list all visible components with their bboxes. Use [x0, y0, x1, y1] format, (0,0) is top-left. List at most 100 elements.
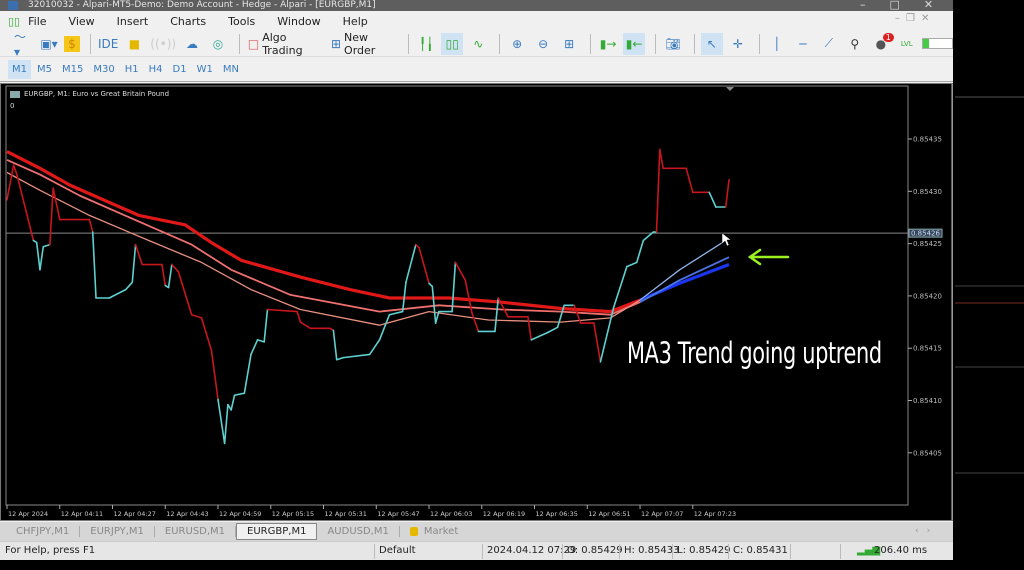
price-line-segment [530, 331, 549, 341]
chart-shift-marker-icon [726, 87, 734, 91]
price-line-segment [296, 310, 302, 323]
chart-title: EURGBP, M1: Euro vs Great Britain Pound [10, 90, 169, 98]
price-line-segment [263, 308, 269, 343]
price-line-segment [167, 263, 173, 289]
x-tick-label: 12 Apr 05:31 [325, 510, 367, 518]
price-line-segment [35, 241, 41, 271]
tab-eurusd[interactable]: EURUSD,M1 [155, 526, 237, 537]
chart-symbol-icon [10, 90, 20, 98]
x-tick-label: 12 Apr 07:23 [694, 510, 736, 518]
price-line-segment [200, 317, 213, 352]
y-tick-label: 0.85415 [913, 345, 942, 353]
ma-mid-uptrend-line [639, 256, 730, 303]
price-line-segment [724, 178, 730, 208]
y-tick-label: 0.85435 [913, 136, 942, 144]
price-line-segment [471, 311, 480, 333]
price-line-segment [388, 310, 404, 316]
window-title: 32010032 - Alpari-MT5-Demo: Demo Account… [28, 0, 376, 10]
close-price: C: 0.85431 [733, 545, 788, 556]
current-price-label: 0.85426 [911, 230, 940, 238]
x-tick-label: 12 Apr 2024 [8, 510, 48, 518]
price-line-segment [685, 167, 694, 194]
x-tick-label: 12 Apr 04:27 [114, 510, 156, 518]
tab-eurgbp[interactable]: EURGBP,M1 [236, 523, 318, 540]
price-line-segment [108, 288, 127, 299]
ma-mid-line [6, 159, 641, 316]
x-tick-label: 12 Apr 05:47 [377, 510, 419, 518]
price-line-segment [256, 339, 265, 343]
price-line-segment [451, 261, 457, 313]
x-tick-label: 12 Apr 06:03 [430, 510, 472, 518]
tab-audusd[interactable]: AUDUSD,M1 [317, 526, 400, 537]
price-line-segment [635, 239, 645, 264]
price-line-segment [91, 231, 97, 299]
ping-value: 206.40 ms [874, 545, 928, 556]
price-line-segment [368, 339, 381, 356]
tab-chfjpy[interactable]: CHFJPY,M1 [6, 526, 81, 537]
price-line-segment [659, 148, 664, 170]
y-tick-label: 0.85405 [913, 449, 942, 457]
price-line-segment [88, 218, 94, 233]
open-price: O: 0.85429 [567, 545, 623, 556]
price-line-segment [233, 392, 246, 397]
y-tick-label: 0.85420 [913, 292, 942, 300]
price-line-segment [217, 398, 226, 445]
annotation-text: MA3 Trend going uptrend [627, 336, 882, 370]
price-chart[interactable]: 0.85435 0.85430 0.85425 0.85420 0.85415 0.854… [0, 0, 1024, 570]
price-line-segment [12, 164, 18, 176]
price-line-segment [124, 281, 134, 291]
indicator-value: 0 [10, 102, 15, 110]
price-line-segment [546, 326, 559, 334]
x-tick-label: 12 Apr 06:19 [483, 510, 525, 518]
price-line-segment [266, 308, 298, 313]
app-title-icon [8, 1, 18, 10]
status-bar: For Help, press F1 Default 2024.04.12 07… [0, 541, 953, 560]
title-bar: 32010032 - Alpari-MT5-Demo: Demo Account… [0, 0, 953, 11]
x-tick-label: 12 Apr 04:11 [61, 510, 103, 518]
ma-fast-line [6, 171, 641, 326]
price-line-segment [378, 313, 391, 341]
price-line-segment [342, 353, 371, 359]
y-tick-label: 0.85425 [913, 240, 942, 248]
tab-eurjpy[interactable]: EURJPY,M1 [80, 526, 155, 537]
price-line-segment [171, 263, 180, 273]
price-line-segment [527, 316, 533, 341]
chart-tabs: CHFJPY,M1 EURJPY,M1 EURUSD,M1 EURGBP,M1 … [0, 522, 953, 541]
window-controls[interactable]: –□✕ [860, 0, 957, 11]
tab-market[interactable]: Market [400, 526, 468, 537]
price-line-segment [335, 356, 345, 361]
plot-frame [5, 85, 909, 506]
price-line-segment [42, 243, 51, 248]
price-line-segment [16, 173, 35, 242]
help-text: For Help, press F1 [5, 545, 96, 556]
price-line-segment [299, 321, 312, 330]
ma-slow-line [6, 150, 641, 314]
price-line-segment [332, 329, 338, 361]
profile-name: Default [379, 545, 416, 556]
x-tick-label: 12 Apr 06:35 [536, 510, 578, 518]
price-line-segment [599, 306, 615, 363]
price-line-segment [243, 353, 252, 394]
price-line-segment [52, 187, 61, 221]
price-line-segment [626, 261, 638, 268]
price-line-segment [131, 243, 137, 284]
price-line-segment [223, 403, 229, 445]
x-tick-label: 12 Apr 07:07 [641, 510, 683, 518]
price-line-segment [708, 191, 717, 208]
price-line-segment [134, 243, 143, 266]
y-tick-label: 0.85430 [913, 188, 942, 196]
price-line-segment [593, 322, 602, 363]
price-line-segment [230, 394, 236, 411]
y-tick-label: 0.85410 [913, 397, 942, 405]
x-tick-label: 12 Apr 04:59 [219, 510, 261, 518]
x-tick-label: 12 Apr 06:51 [588, 510, 630, 518]
market-bag-icon [409, 526, 418, 536]
price-line-segment [454, 261, 467, 282]
price-line-segment [6, 164, 15, 201]
tab-scroll-buttons[interactable]: ‹› [915, 526, 938, 536]
low-price: L: 0.85429 [677, 545, 731, 556]
price-line-segment [250, 339, 259, 356]
price-line-segment [418, 246, 430, 285]
price-line-segment [655, 148, 661, 233]
mouse-cursor-icon [721, 232, 732, 247]
